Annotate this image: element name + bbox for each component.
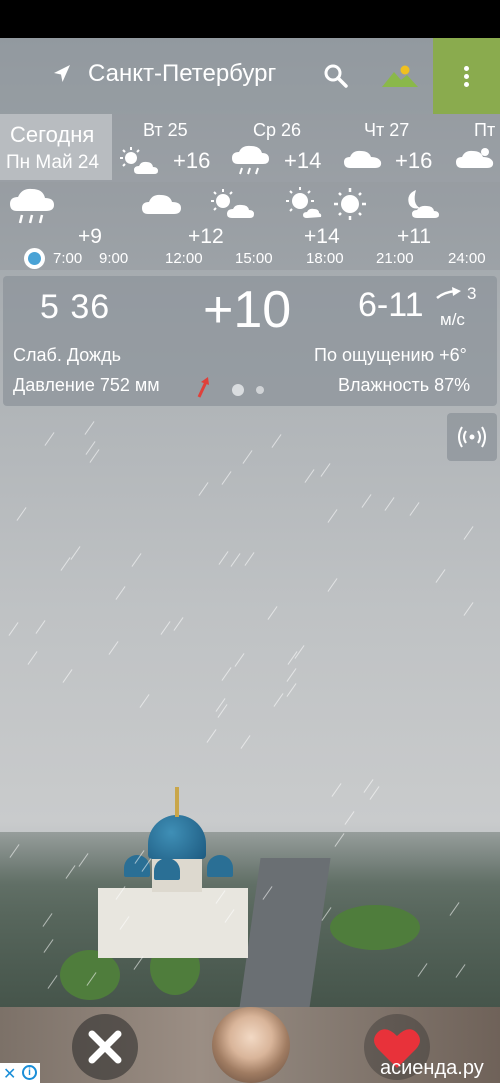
status-bar <box>0 0 500 38</box>
current-temperature: +10 <box>203 281 292 339</box>
page-indicator <box>256 386 264 394</box>
close-icon <box>88 1030 122 1064</box>
day-name[interactable]: Чт 27 <box>364 120 409 141</box>
hour-time: 15:00 <box>235 250 273 267</box>
hour-temp: +11 <box>397 225 432 248</box>
pressure: Давление 752 мм <box>13 375 160 395</box>
more-vert-icon <box>464 74 469 79</box>
small-dome <box>154 858 180 880</box>
landscape-photo-icon[interactable] <box>381 62 419 90</box>
search-icon[interactable] <box>322 62 350 90</box>
sun-cloud-icon <box>211 189 254 218</box>
hour-time: 12:00 <box>165 250 203 267</box>
cloud-icon <box>456 148 494 168</box>
feels-like: По ощущению +6° <box>314 345 467 365</box>
page-indicator-active <box>232 384 244 396</box>
day-name[interactable]: Ср 26 <box>253 120 301 141</box>
ad-profile-photo[interactable] <box>212 1007 290 1083</box>
hour-temp: +12 <box>188 225 224 248</box>
more-vert-icon <box>464 82 469 87</box>
hour-time: 7:00 <box>53 250 83 267</box>
day-temp: +16 <box>395 148 433 173</box>
rain-cloud-icon <box>232 145 269 175</box>
day-temp: +16 <box>173 148 211 173</box>
ad-dislike-button[interactable] <box>72 1014 138 1080</box>
current-time-marker <box>24 248 45 269</box>
hour-time: 24:00 <box>448 250 486 267</box>
wind-speed: 3 <box>467 284 477 303</box>
hour-time: 21:00 <box>376 250 414 267</box>
more-vert-icon <box>464 66 469 71</box>
more-menu-button[interactable] <box>433 38 500 114</box>
close-icon[interactable]: ✕ <box>3 1064 16 1083</box>
trees <box>330 905 420 950</box>
ad-site-name[interactable]: асиенда.ру <box>380 1057 484 1080</box>
sunrise-time: 5 36 <box>40 288 111 326</box>
wind-unit: м/с <box>440 310 465 329</box>
rain-cloud-icon <box>10 188 54 224</box>
wind-gust-range: 6-11 <box>358 286 424 324</box>
day-name[interactable]: Пт <box>474 120 495 141</box>
day-name[interactable]: Вт 25 <box>143 120 188 141</box>
today-label: Сегодня <box>10 122 95 147</box>
cloud-icon <box>142 194 181 214</box>
day-temp: +14 <box>284 148 322 173</box>
sun-cloud-icon <box>120 147 158 174</box>
sun-icon <box>334 188 366 220</box>
pressure-trend-icon <box>197 377 209 398</box>
hour-time: 18:00 <box>306 250 344 267</box>
humidity: Влажность 87% <box>338 375 471 395</box>
radar-button[interactable] <box>447 413 497 461</box>
city-title[interactable]: Санкт-Петербург <box>88 60 276 88</box>
radar-icon <box>458 426 486 448</box>
sun-small-cloud-icon <box>286 187 322 218</box>
small-dome <box>207 855 233 877</box>
hour-temp: +9 <box>78 225 102 248</box>
cloud-icon <box>344 150 382 168</box>
location-arrow-icon[interactable] <box>50 62 74 86</box>
wind-direction-icon <box>436 287 461 299</box>
cathedral <box>98 888 248 958</box>
hour-temp: +14 <box>304 225 340 248</box>
moon-cloud-icon <box>408 190 439 218</box>
today-date: Пн Май 24 <box>6 152 100 173</box>
condition-text: Слаб. Дождь <box>13 345 121 365</box>
info-icon[interactable]: i <box>22 1065 37 1080</box>
cathedral-spire <box>175 787 179 817</box>
hour-time: 9:00 <box>99 250 129 267</box>
